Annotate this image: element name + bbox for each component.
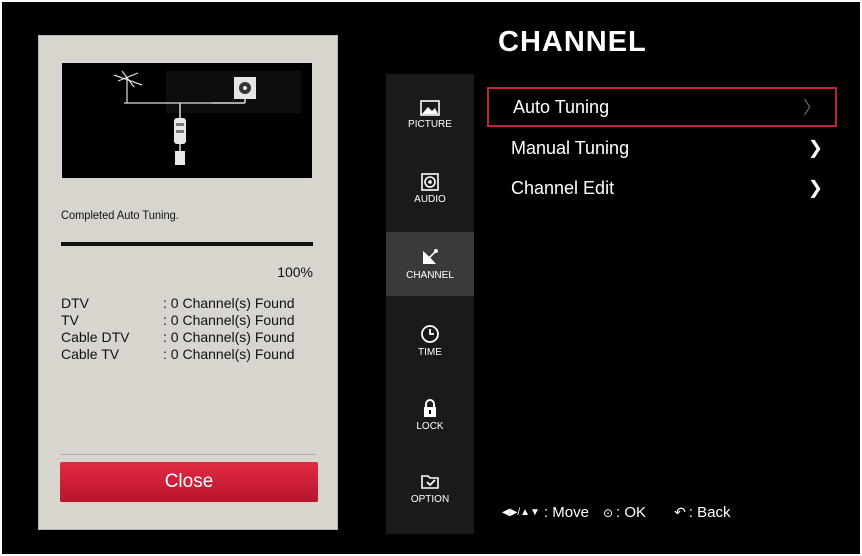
antenna-connection-diagram bbox=[62, 63, 312, 178]
progress-fill bbox=[61, 242, 313, 246]
result-label: Cable TV bbox=[61, 346, 120, 362]
help-bar: ◀▶/▲▼ : Move ⊙ : OK ↶ : Back bbox=[502, 504, 730, 521]
close-button[interactable]: Close bbox=[60, 462, 318, 502]
result-value: : 0 Channel(s) Found bbox=[163, 312, 295, 328]
picture-icon bbox=[420, 100, 440, 116]
help-move: : Move bbox=[543, 504, 589, 521]
clock-icon bbox=[421, 325, 439, 343]
progress-bar bbox=[61, 242, 313, 246]
menu-item-channel-edit[interactable]: Channel Edit ❯ bbox=[487, 168, 837, 208]
status-text: Completed Auto Tuning. bbox=[61, 208, 179, 222]
sidebar-item-audio[interactable]: AUDIO bbox=[386, 158, 474, 220]
result-value: : 0 Channel(s) Found bbox=[163, 329, 295, 345]
result-value: : 0 Channel(s) Found bbox=[163, 295, 295, 311]
chevron-right-icon: 〉 bbox=[803, 98, 821, 118]
help-ok: : OK bbox=[616, 504, 647, 521]
sidebar-item-channel[interactable]: CHANNEL bbox=[386, 232, 474, 296]
tv-screen: Completed Auto Tuning. 100% DTV : 0 Chan… bbox=[2, 2, 860, 554]
menu-item-label: Manual Tuning bbox=[511, 137, 630, 158]
result-row: TV : 0 Channel(s) Found bbox=[61, 312, 295, 329]
menu-item-label: Auto Tuning bbox=[513, 96, 610, 117]
ok-button-icon: ⊙ bbox=[602, 505, 614, 520]
sidebar-item-lock[interactable]: LOCK bbox=[386, 384, 474, 446]
sidebar-item-time[interactable]: TIME bbox=[386, 310, 474, 372]
result-row: Cable TV : 0 Channel(s) Found bbox=[61, 346, 295, 363]
chevron-right-icon: ❯ bbox=[807, 137, 823, 158]
sidebar-item-label: TIME bbox=[418, 347, 442, 358]
menu-item-auto-tuning[interactable]: Auto Tuning 〉 bbox=[487, 87, 837, 127]
sidebar-item-label: PICTURE bbox=[408, 119, 452, 130]
result-value: : 0 Channel(s) Found bbox=[163, 346, 295, 362]
page-title: CHANNEL bbox=[498, 26, 647, 58]
result-label: TV bbox=[61, 312, 79, 328]
divider bbox=[61, 454, 317, 455]
result-label: DTV bbox=[61, 295, 89, 311]
satellite-icon bbox=[423, 249, 438, 264]
back-icon: ↶ bbox=[674, 504, 686, 520]
sidebar-item-picture[interactable]: PICTURE bbox=[386, 84, 474, 146]
chevron-right-icon: ❯ bbox=[807, 177, 823, 198]
arrow-keys-icon: ◀▶/▲▼ bbox=[502, 507, 540, 518]
sidebar-item-label: OPTION bbox=[410, 494, 450, 505]
results-list: DTV : 0 Channel(s) Found TV : 0 Channel(… bbox=[61, 295, 295, 363]
sidebar-item-label: LOCK bbox=[416, 421, 444, 432]
result-label: Cable DTV bbox=[61, 329, 130, 345]
settings-sidebar: PICTURE AUDIO CHANNEL TIME LOCK OPTION bbox=[386, 74, 474, 534]
sidebar-item-label: AUDIO bbox=[414, 194, 446, 205]
option-icon bbox=[421, 475, 439, 489]
speaker-icon bbox=[421, 173, 439, 191]
lock-icon bbox=[424, 399, 436, 417]
help-back: : Back bbox=[688, 504, 731, 521]
antenna-cable-icon bbox=[113, 70, 256, 165]
menu-item-label: Channel Edit bbox=[511, 177, 615, 198]
auto-tuning-dialog: Completed Auto Tuning. 100% DTV : 0 Chan… bbox=[38, 35, 338, 530]
progress-percent: 100% bbox=[277, 264, 313, 280]
result-row: Cable DTV : 0 Channel(s) Found bbox=[61, 329, 295, 346]
sidebar-item-label: CHANNEL bbox=[406, 270, 454, 281]
menu-item-manual-tuning[interactable]: Manual Tuning ❯ bbox=[487, 128, 837, 168]
sidebar-item-option[interactable]: OPTION bbox=[386, 458, 474, 520]
result-row: DTV : 0 Channel(s) Found bbox=[61, 295, 295, 312]
